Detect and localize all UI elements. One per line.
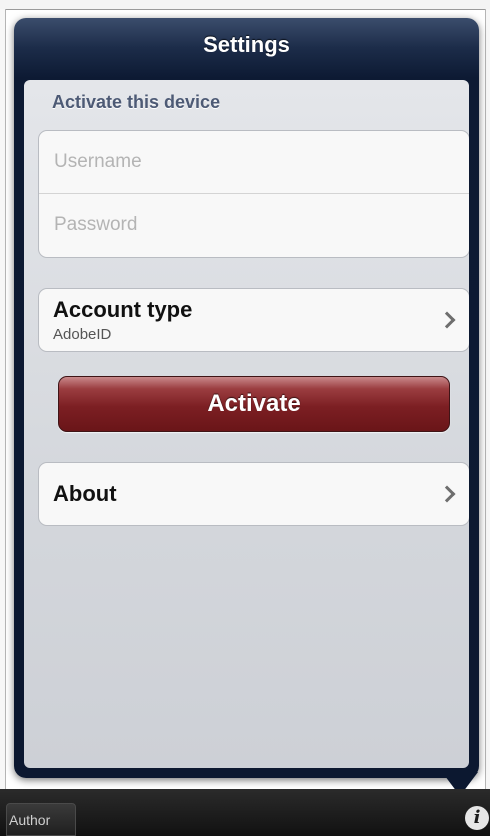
settings-content: Activate this device Username Password A…: [24, 80, 469, 768]
chevron-right-icon: [438, 485, 456, 503]
background-top-edge: [0, 0, 490, 10]
popover-title: Settings: [203, 32, 290, 57]
background-left-edge: [0, 9, 6, 789]
about-row[interactable]: About: [38, 462, 469, 526]
screen: Settings Activate this device Username P…: [0, 0, 490, 836]
background-right-edge: [485, 9, 490, 789]
account-type-row[interactable]: Account type AdobeID: [38, 288, 469, 352]
info-icon[interactable]: i: [465, 806, 489, 830]
account-type-label: Account type: [53, 297, 193, 322]
activate-section-header: Activate this device: [52, 92, 221, 112]
settings-popover: Settings Activate this device Username P…: [14, 18, 479, 778]
credentials-group: Username Password: [38, 130, 469, 258]
password-field[interactable]: Password: [39, 193, 469, 256]
chevron-right-icon: [438, 311, 456, 329]
about-label: About: [53, 481, 117, 506]
account-type-value: AdobeID: [53, 326, 112, 343]
bottom-toolbar: Author: [0, 789, 490, 836]
activate-button[interactable]: Activate: [58, 376, 450, 432]
author-button[interactable]: Author: [6, 803, 76, 836]
username-field[interactable]: Username: [39, 131, 469, 193]
